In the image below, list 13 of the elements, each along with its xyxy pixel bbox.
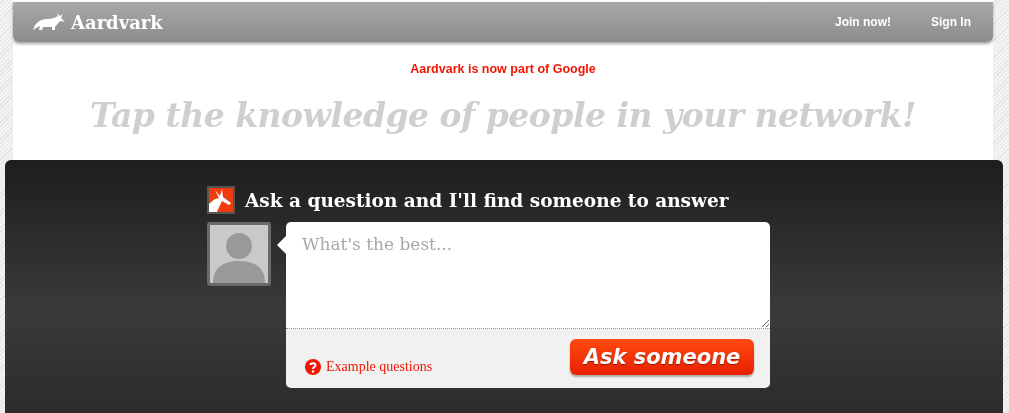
help-icon [305,359,321,375]
notice-text: Aardvark is now part of Google [410,62,596,76]
nav-link[interactable]: Sign In [931,15,971,29]
ask-button[interactable]: Ask someone [570,339,754,375]
question-field[interactable]: What's the best... [286,222,770,328]
nav-link[interactable]: Join now! [835,15,891,29]
example-questions-link[interactable]: Example questions [326,359,433,375]
aardvark-icon [207,186,235,214]
heading: Ask a question and I'll find someone to answer [245,189,729,211]
avatar-icon [207,222,271,286]
logo-text[interactable]: Aardvark [71,11,163,33]
aardvark-icon [31,13,65,31]
speech-tail [277,236,286,254]
